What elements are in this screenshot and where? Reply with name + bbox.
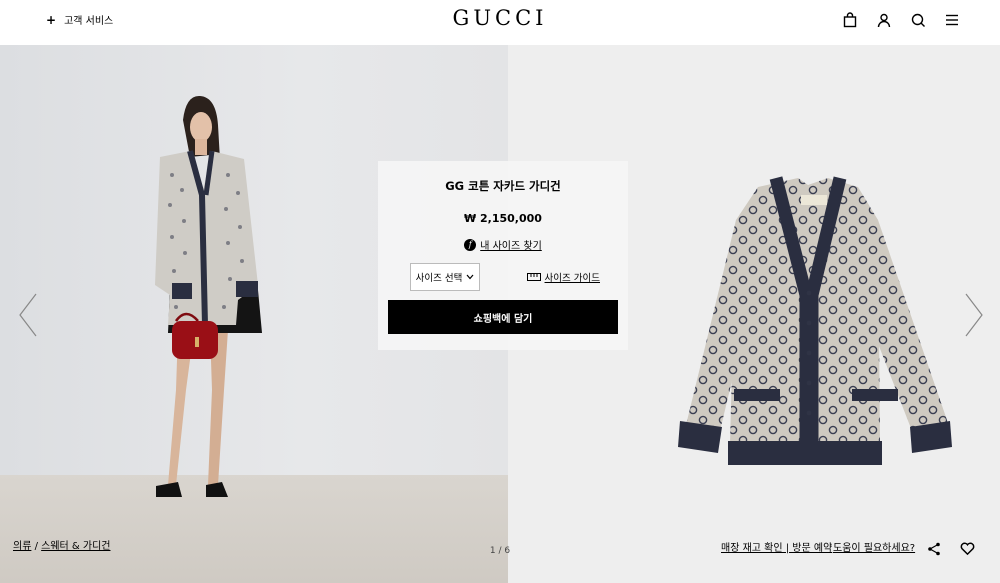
menu-icon[interactable] <box>944 12 960 28</box>
store-stock-link[interactable]: 매장 재고 확인 | 방문 예약 <box>721 539 832 554</box>
product-price: ₩ 2,150,000 <box>464 212 542 225</box>
find-size-label: 내 사이즈 찾기 <box>480 241 542 252</box>
product-title: GG 코튼 자카드 가디건 <box>445 179 561 193</box>
share-icon[interactable] <box>927 542 941 556</box>
help-link[interactable]: 도움이 필요하세요? <box>833 539 915 554</box>
heart-icon[interactable] <box>960 541 975 556</box>
size-select-label: 사이즈 선택 <box>415 273 463 284</box>
size-guide-label: 사이즈 가이드 <box>544 273 600 284</box>
header-icons <box>842 12 960 28</box>
size-row: 사이즈 선택 사이즈 가이드 <box>410 263 600 291</box>
size-guide-link[interactable]: 사이즈 가이드 <box>526 270 600 284</box>
fit-finder-icon: f <box>464 238 477 251</box>
size-select-dropdown[interactable]: 사이즈 선택 <box>410 263 480 291</box>
user-icon[interactable] <box>876 12 892 28</box>
chevron-down-icon <box>466 274 474 280</box>
find-size-link[interactable]: f 내 사이즈 찾기 <box>378 237 628 252</box>
product-info-card: GG 코튼 자카드 가디건 ₩ 2,150,000 f 내 사이즈 찾기 사이즈… <box>378 161 628 350</box>
previous-arrow-icon[interactable] <box>16 292 40 338</box>
ruler-icon <box>526 273 541 281</box>
next-arrow-icon[interactable] <box>962 292 986 338</box>
shopping-bag-icon[interactable] <box>842 12 858 28</box>
header: + 고객 서비스 GUCCI <box>0 0 1000 45</box>
add-to-bag-button[interactable]: 쇼핑백에 담기 <box>388 300 618 334</box>
search-icon[interactable] <box>910 12 926 28</box>
